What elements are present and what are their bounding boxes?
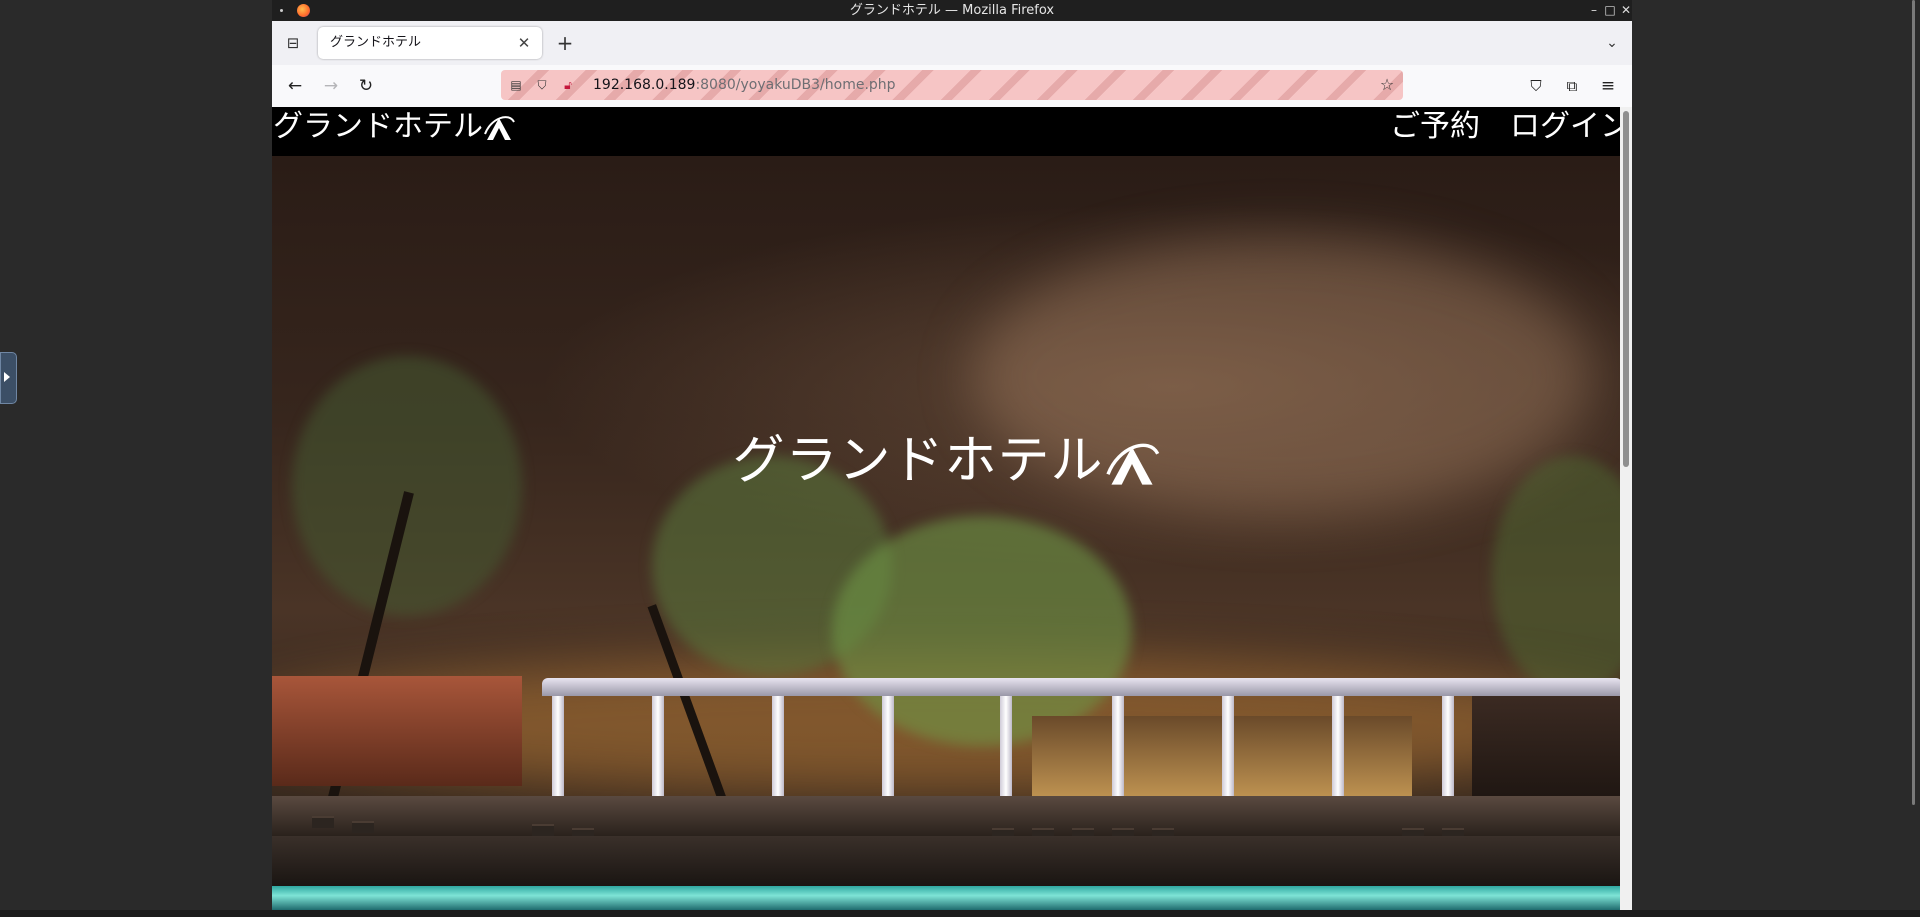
arrow-right-icon[interactable]: → [319,74,343,98]
tab-bar: ⊟ グランドホテル ✕ + ⌄ [272,21,1632,65]
swoosh-a-logo [1105,443,1159,485]
maximize-icon[interactable]: □ [1602,0,1618,21]
swimming-pool [272,886,1620,910]
url-host: 192.168.0.189 [593,77,696,93]
side-panel-handle[interactable] [0,352,17,404]
colonnade-roof [542,678,1620,696]
insecure-lock-icon[interactable]: 🔓︎ [559,76,577,94]
page-viewport: グランドホテル ご予約 ログイン グランドホテル [272,107,1620,910]
left-cottage [272,676,522,786]
lounge-chair [312,816,334,828]
hero-title-text: グランドホテル [732,431,1104,491]
tab-list-icon[interactable]: ⊟ [282,32,304,54]
navigation-toolbar: ← → ↻ ▤ ⛉ 🔓︎ 192.168.0.189:8080/yoyakuDB… [272,65,1632,108]
window-menu-dot[interactable] [280,9,283,12]
plus-icon[interactable]: + [554,33,576,55]
nav-reserve-link[interactable]: ご予約 [1390,107,1480,147]
lounge-chair [352,821,374,833]
reader-mode-icon[interactable]: ▤ [507,76,525,94]
browser-window: グランドホテル — Mozilla Firefox – □ ✕ ⊟ グランドホテ… [272,0,1632,910]
arrow-left-icon[interactable]: ← [283,74,307,98]
close-icon[interactable]: ✕ [514,33,534,53]
nav-login-link[interactable]: ログイン [1510,107,1620,147]
chevron-down-icon[interactable]: ⌄ [1602,33,1622,53]
shield-icon[interactable]: ⛉ [533,76,551,94]
hamburger-icon[interactable]: ≡ [1596,74,1620,98]
reload-icon[interactable]: ↻ [354,74,378,98]
firefox-icon [297,4,310,17]
swoosh-a-logo [484,115,515,140]
site-header: グランドホテル ご予約 ログイン [272,107,1620,156]
minimize-icon[interactable]: – [1586,0,1602,21]
puzzle-icon[interactable]: ⧉ [1560,74,1584,98]
lounge-chair [532,824,554,836]
site-brand: グランドホテル [273,109,483,144]
right-cottage [1472,696,1620,806]
pocket-icon[interactable]: ⛉ [1524,74,1548,98]
desktop-background-left [0,0,272,917]
page-scrollbar[interactable] [1620,107,1632,910]
star-icon[interactable]: ☆ [1377,75,1397,95]
desktop-background-right [1632,0,1920,917]
desktop-scroll-track [1912,0,1915,805]
tab-title: グランドホテル [330,35,422,50]
url-text: 192.168.0.189:8080/yoyakuDB3/home.php [593,70,896,100]
page-scrollbar-thumb[interactable] [1623,111,1629,467]
pool-deck [272,836,1620,886]
site-logo[interactable]: グランドホテル [273,107,515,147]
hero-image: グランドホテル [272,156,1620,910]
tab-active[interactable]: グランドホテル ✕ [318,27,542,59]
hero-title: グランドホテル [272,418,1620,493]
close-window-icon[interactable]: ✕ [1618,0,1634,21]
url-bar[interactable]: ▤ ⛉ 🔓︎ 192.168.0.189:8080/yoyakuDB3/home… [501,70,1403,100]
tree-canopy [832,516,1132,746]
desktop-bottom-strip [0,910,1920,917]
window-title: グランドホテル — Mozilla Firefox [849,3,1055,18]
window-titlebar: グランドホテル — Mozilla Firefox – □ ✕ [272,0,1632,21]
url-path: :8080/yoyakuDB3/home.php [695,77,896,93]
